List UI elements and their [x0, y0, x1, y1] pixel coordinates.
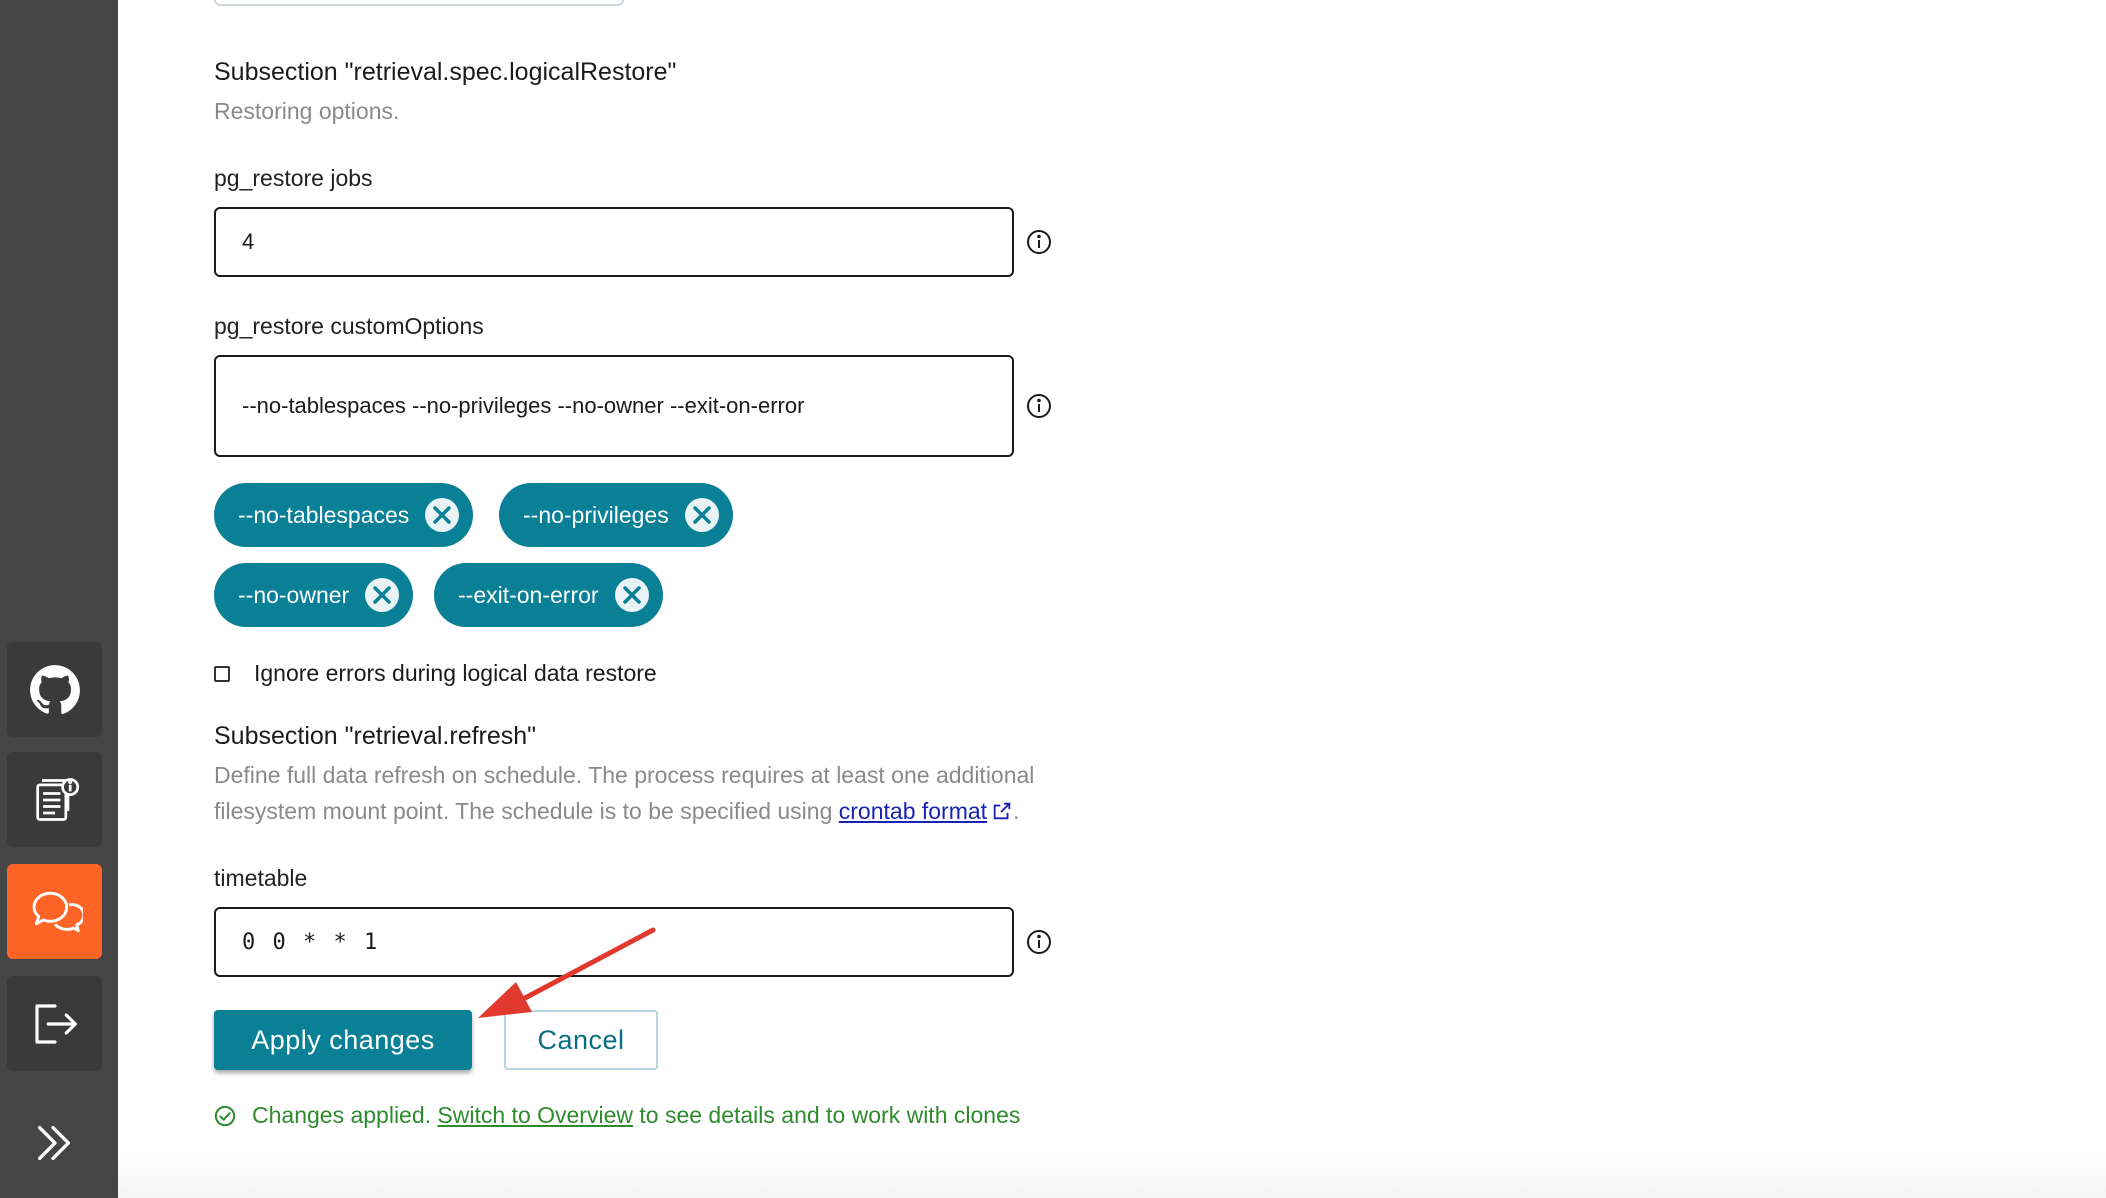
- logical-restore-title: Subsection "retrieval.spec.logicalRestor…: [214, 58, 677, 86]
- option-chip: --no-owner: [214, 563, 414, 627]
- refresh-description: Define full data refresh on schedule. Th…: [214, 757, 1114, 829]
- crontab-format-link[interactable]: crontab format: [839, 798, 987, 824]
- sign-out-button[interactable]: [7, 976, 102, 1071]
- chip-label: --exit-on-error: [458, 581, 599, 608]
- refresh-title: Subsection "retrieval.refresh": [214, 722, 537, 750]
- check-circle-icon: [214, 1105, 236, 1126]
- info-icon[interactable]: [1026, 393, 1052, 419]
- jobs-input[interactable]: 4: [214, 207, 1014, 277]
- timetable-label: timetable: [214, 865, 308, 891]
- chip-label: --no-privileges: [523, 501, 669, 528]
- ignore-errors-row: Ignore errors during logical data restor…: [214, 660, 657, 687]
- previous-field-edge: [214, 0, 624, 6]
- bottom-fade: [118, 1150, 2106, 1198]
- info-icon[interactable]: [1026, 229, 1052, 255]
- docs-button[interactable]: [7, 752, 102, 847]
- jobs-value: 4: [242, 229, 255, 254]
- option-chip: --no-privileges: [499, 483, 733, 547]
- success-message: Changes applied. Switch to Overview to s…: [214, 1102, 1020, 1129]
- chip-label: --no-tablespaces: [238, 501, 410, 528]
- chip-label: --no-owner: [238, 581, 350, 608]
- remove-chip-icon[interactable]: [613, 576, 651, 614]
- custom-options-label: pg_restore customOptions: [214, 313, 484, 339]
- chat-button[interactable]: [7, 864, 102, 959]
- ignore-errors-checkbox[interactable]: [214, 665, 230, 682]
- remove-chip-icon[interactable]: [423, 496, 461, 534]
- refresh-description-line: Define full data refresh on schedule. Th…: [214, 762, 1035, 788]
- logical-restore-description: Restoring options.: [214, 98, 400, 124]
- refresh-description-text: filesystem mount point. The schedule is …: [214, 798, 833, 824]
- timetable-value: 0 0 * * 1: [242, 929, 380, 955]
- github-icon: [29, 664, 80, 714]
- custom-options-value: --no-tablespaces --no-privileges --no-ow…: [242, 393, 805, 418]
- option-chip: --no-tablespaces: [214, 483, 474, 547]
- success-prefix: Changes applied.: [252, 1102, 432, 1128]
- docs-icon: [35, 777, 79, 821]
- external-link-icon: [993, 802, 1011, 820]
- sign-out-icon: [34, 1003, 77, 1044]
- option-chip: --exit-on-error: [434, 563, 663, 627]
- switch-to-overview-link[interactable]: Switch to Overview: [437, 1102, 633, 1129]
- apply-changes-button[interactable]: Apply changes: [214, 1010, 472, 1070]
- refresh-description-end: .: [1013, 798, 1020, 824]
- page: Subsection "retrieval.spec.logicalRestor…: [0, 0, 2106, 1198]
- custom-options-input[interactable]: --no-tablespaces --no-privileges --no-ow…: [214, 355, 1014, 457]
- refresh-description-line: filesystem mount point. The schedule is …: [214, 793, 1114, 829]
- double-chevron-right-icon: [37, 1125, 70, 1160]
- info-icon[interactable]: [1026, 929, 1052, 955]
- annotation-arrow-icon: [478, 927, 656, 1018]
- remove-chip-icon[interactable]: [363, 576, 401, 614]
- github-button[interactable]: [7, 642, 102, 737]
- sidebar: [0, 0, 118, 1198]
- ignore-errors-label: Ignore errors during logical data restor…: [254, 660, 657, 686]
- jobs-label: pg_restore jobs: [214, 165, 373, 191]
- success-suffix: to see details and to work with clones: [639, 1102, 1021, 1128]
- expand-sidebar-button[interactable]: [7, 1095, 102, 1190]
- remove-chip-icon[interactable]: [683, 496, 721, 534]
- chat-icon: [32, 891, 83, 932]
